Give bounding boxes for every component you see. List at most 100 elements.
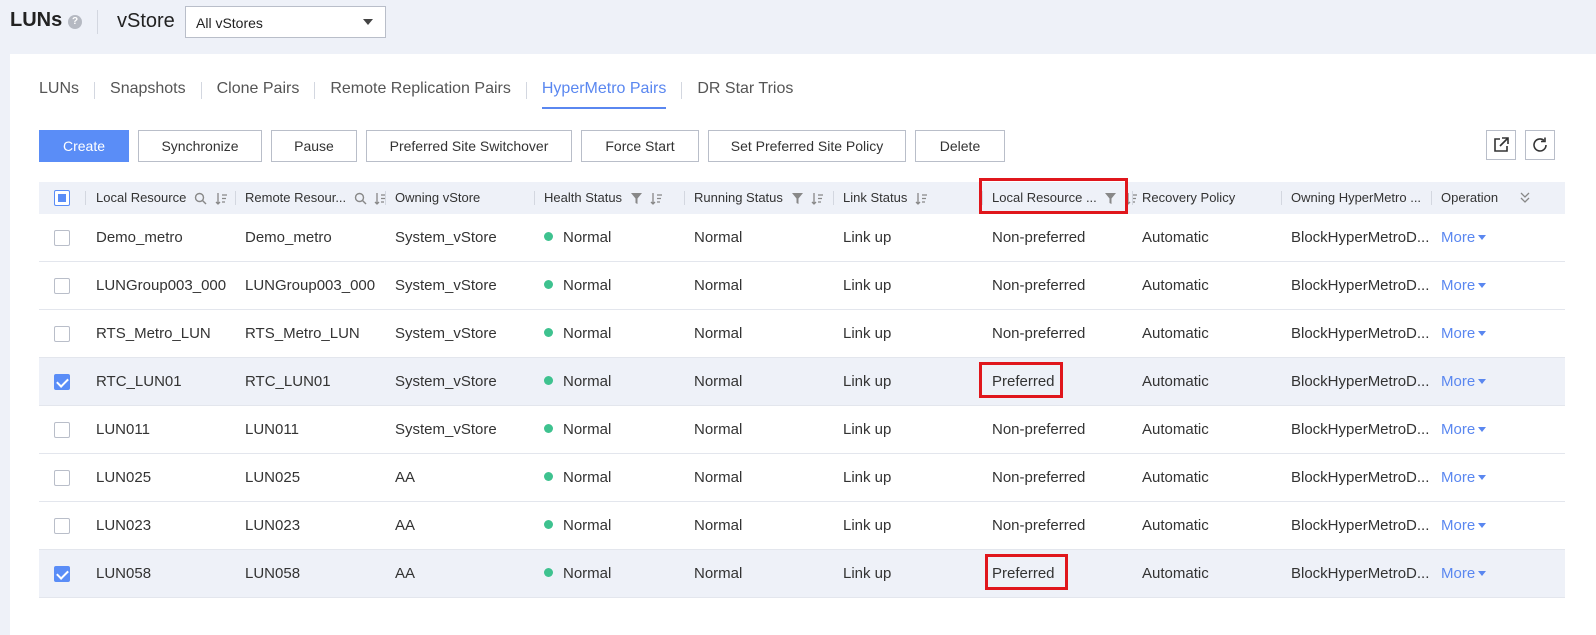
cell-operation[interactable]: More	[1441, 262, 1487, 309]
preferred-site-switchover-button[interactable]: Preferred Site Switchover	[366, 130, 572, 162]
cell-operation-text[interactable]: More	[1441, 277, 1475, 294]
top-divider	[97, 10, 98, 34]
export-icon	[1494, 137, 1509, 152]
filter-icon[interactable]	[630, 192, 643, 205]
cell-link-status-text: Link up	[843, 517, 892, 534]
col-remote-resource: Remote Resour...	[245, 182, 387, 214]
cell-remote-resource: RTC_LUN01	[245, 358, 331, 405]
chevron-down-icon[interactable]	[1478, 283, 1487, 288]
cell-owning-vstore-text: AA	[395, 517, 416, 534]
cell-recovery-policy-text: Automatic	[1142, 421, 1209, 438]
row-checkbox[interactable]	[54, 374, 70, 390]
tab-luns[interactable]: LUNs	[39, 80, 79, 107]
synchronize-button[interactable]: Synchronize	[138, 130, 262, 162]
row-checkbox[interactable]	[54, 422, 70, 438]
column-separator	[982, 191, 983, 205]
force-start-button[interactable]: Force Start	[581, 130, 699, 162]
vstore-select[interactable]: All vStores	[185, 6, 386, 38]
tab-hypermetro-pairs[interactable]: HyperMetro Pairs	[541, 80, 667, 109]
tab-snapshots[interactable]: Snapshots	[110, 80, 186, 107]
cell-operation[interactable]: More	[1441, 214, 1487, 261]
sort-icon[interactable]	[650, 192, 663, 205]
sort-icon[interactable]	[811, 192, 824, 205]
cell-operation-text[interactable]: More	[1441, 421, 1475, 438]
filter-icon[interactable]	[791, 192, 804, 205]
cell-running-status: Normal	[694, 310, 742, 357]
export-button[interactable]	[1486, 130, 1516, 160]
cell-owning-vstore: AA	[395, 550, 415, 597]
col-remote-resource-label: Remote Resour...	[245, 190, 347, 205]
cell-running-status: Normal	[694, 502, 742, 549]
chevron-down-icon[interactable]	[1478, 427, 1487, 432]
cell-link-status-text: Link up	[843, 421, 892, 438]
sort-icon[interactable]	[215, 192, 228, 205]
row-checkbox[interactable]	[54, 518, 70, 534]
tab-remote-replication-pairs[interactable]: Remote Replication Pairs	[330, 80, 511, 107]
delete-button[interactable]: Delete	[915, 130, 1005, 162]
row-checkbox[interactable]	[54, 230, 70, 246]
cell-operation-text[interactable]: More	[1441, 373, 1475, 390]
create-button[interactable]: Create	[39, 130, 129, 162]
refresh-button[interactable]	[1525, 130, 1555, 160]
table-row[interactable]: RTS_Metro_LUN RTS_Metro_LUN System_vStore N…	[39, 310, 1565, 358]
cell-operation[interactable]: More	[1441, 454, 1487, 501]
chevron-down-icon[interactable]	[1478, 475, 1487, 480]
chevron-down-icon[interactable]	[1478, 331, 1487, 336]
table-row[interactable]: LUN011 LUN011 System_vStore Normal Normal Lin…	[39, 406, 1565, 454]
cell-operation[interactable]: More	[1441, 406, 1487, 453]
table-row[interactable]: RTC_LUN01 RTC_LUN01 System_vStore Normal Nor…	[39, 358, 1565, 406]
cell-operation[interactable]: More	[1441, 502, 1487, 549]
cell-running-status: Normal	[694, 214, 742, 261]
table-row[interactable]: Demo_metro Demo_metro System_vStore Normal N…	[39, 214, 1565, 262]
table-row[interactable]: LUNGroup003_000 LUNGroup003_000 System_vSt…	[39, 262, 1565, 310]
tab-clone-pairs[interactable]: Clone Pairs	[217, 80, 300, 107]
table-row[interactable]: LUN025 LUN025 AA Normal Normal Link up Non-pre…	[39, 454, 1565, 502]
cell-owning-hypermetro-text: BlockHyperMetroD...	[1291, 469, 1430, 486]
col-running-status: Running Status	[694, 182, 824, 214]
table-header: Local Resource Remote Resour... Owning v…	[39, 182, 1565, 214]
toolbar: Create Synchronize Pause Preferred Site …	[39, 130, 1014, 162]
sort-icon[interactable]	[915, 192, 928, 205]
row-checkbox[interactable]	[54, 278, 70, 294]
cell-operation-text[interactable]: More	[1441, 469, 1475, 486]
chevron-down-icon[interactable]	[1478, 523, 1487, 528]
tab-dr-star-trios[interactable]: DR Star Trios	[697, 80, 793, 107]
cell-operation-text[interactable]: More	[1441, 565, 1475, 582]
cell-operation[interactable]: More	[1441, 310, 1487, 357]
cell-operation-text[interactable]: More	[1441, 325, 1475, 342]
row-checkbox[interactable]	[54, 470, 70, 486]
chevron-down-icon[interactable]	[1478, 379, 1487, 384]
column-separator	[385, 191, 386, 205]
cell-recovery-policy-text: Automatic	[1142, 277, 1209, 294]
filter-icon[interactable]	[1104, 192, 1117, 205]
table-row[interactable]: LUN058 LUN058 AA Normal Normal Link up Preferr…	[39, 550, 1565, 598]
row-checkbox[interactable]	[54, 326, 70, 342]
cell-remote-resource: LUN023	[245, 502, 300, 549]
column-separator	[235, 191, 236, 205]
expand-columns-icon[interactable]	[1520, 192, 1530, 204]
table-row[interactable]: LUN023 LUN023 AA Normal Normal Link up Non-pre…	[39, 502, 1565, 550]
help-icon[interactable]: ?	[68, 15, 82, 29]
cell-operation[interactable]: More	[1441, 358, 1487, 405]
pause-button[interactable]: Pause	[271, 130, 357, 162]
cell-link-status-text: Link up	[843, 565, 892, 582]
search-icon[interactable]	[354, 192, 367, 205]
cell-health-status: Normal	[544, 310, 611, 357]
cell-operation-text[interactable]: More	[1441, 229, 1475, 246]
set-preferred-site-policy-button[interactable]: Set Preferred Site Policy	[708, 130, 906, 162]
cell-recovery-policy-text: Automatic	[1142, 325, 1209, 342]
chevron-down-icon[interactable]	[1478, 235, 1487, 240]
cell-running-status-text: Normal	[694, 373, 743, 390]
cell-operation[interactable]: More	[1441, 550, 1487, 597]
status-normal-icon	[544, 472, 553, 481]
select-all-checkbox[interactable]	[54, 190, 70, 206]
cell-operation-text[interactable]: More	[1441, 517, 1475, 534]
cell-owning-hypermetro-text: BlockHyperMetroD...	[1291, 373, 1430, 390]
cell-health-status: Normal	[544, 358, 611, 405]
search-icon[interactable]	[194, 192, 207, 205]
chevron-down-icon[interactable]	[1478, 571, 1487, 576]
chevron-down-icon	[363, 19, 373, 25]
row-checkbox[interactable]	[54, 566, 70, 582]
cell-recovery-policy-text: Automatic	[1142, 373, 1209, 390]
col-link-status-label: Link Status	[843, 190, 908, 205]
